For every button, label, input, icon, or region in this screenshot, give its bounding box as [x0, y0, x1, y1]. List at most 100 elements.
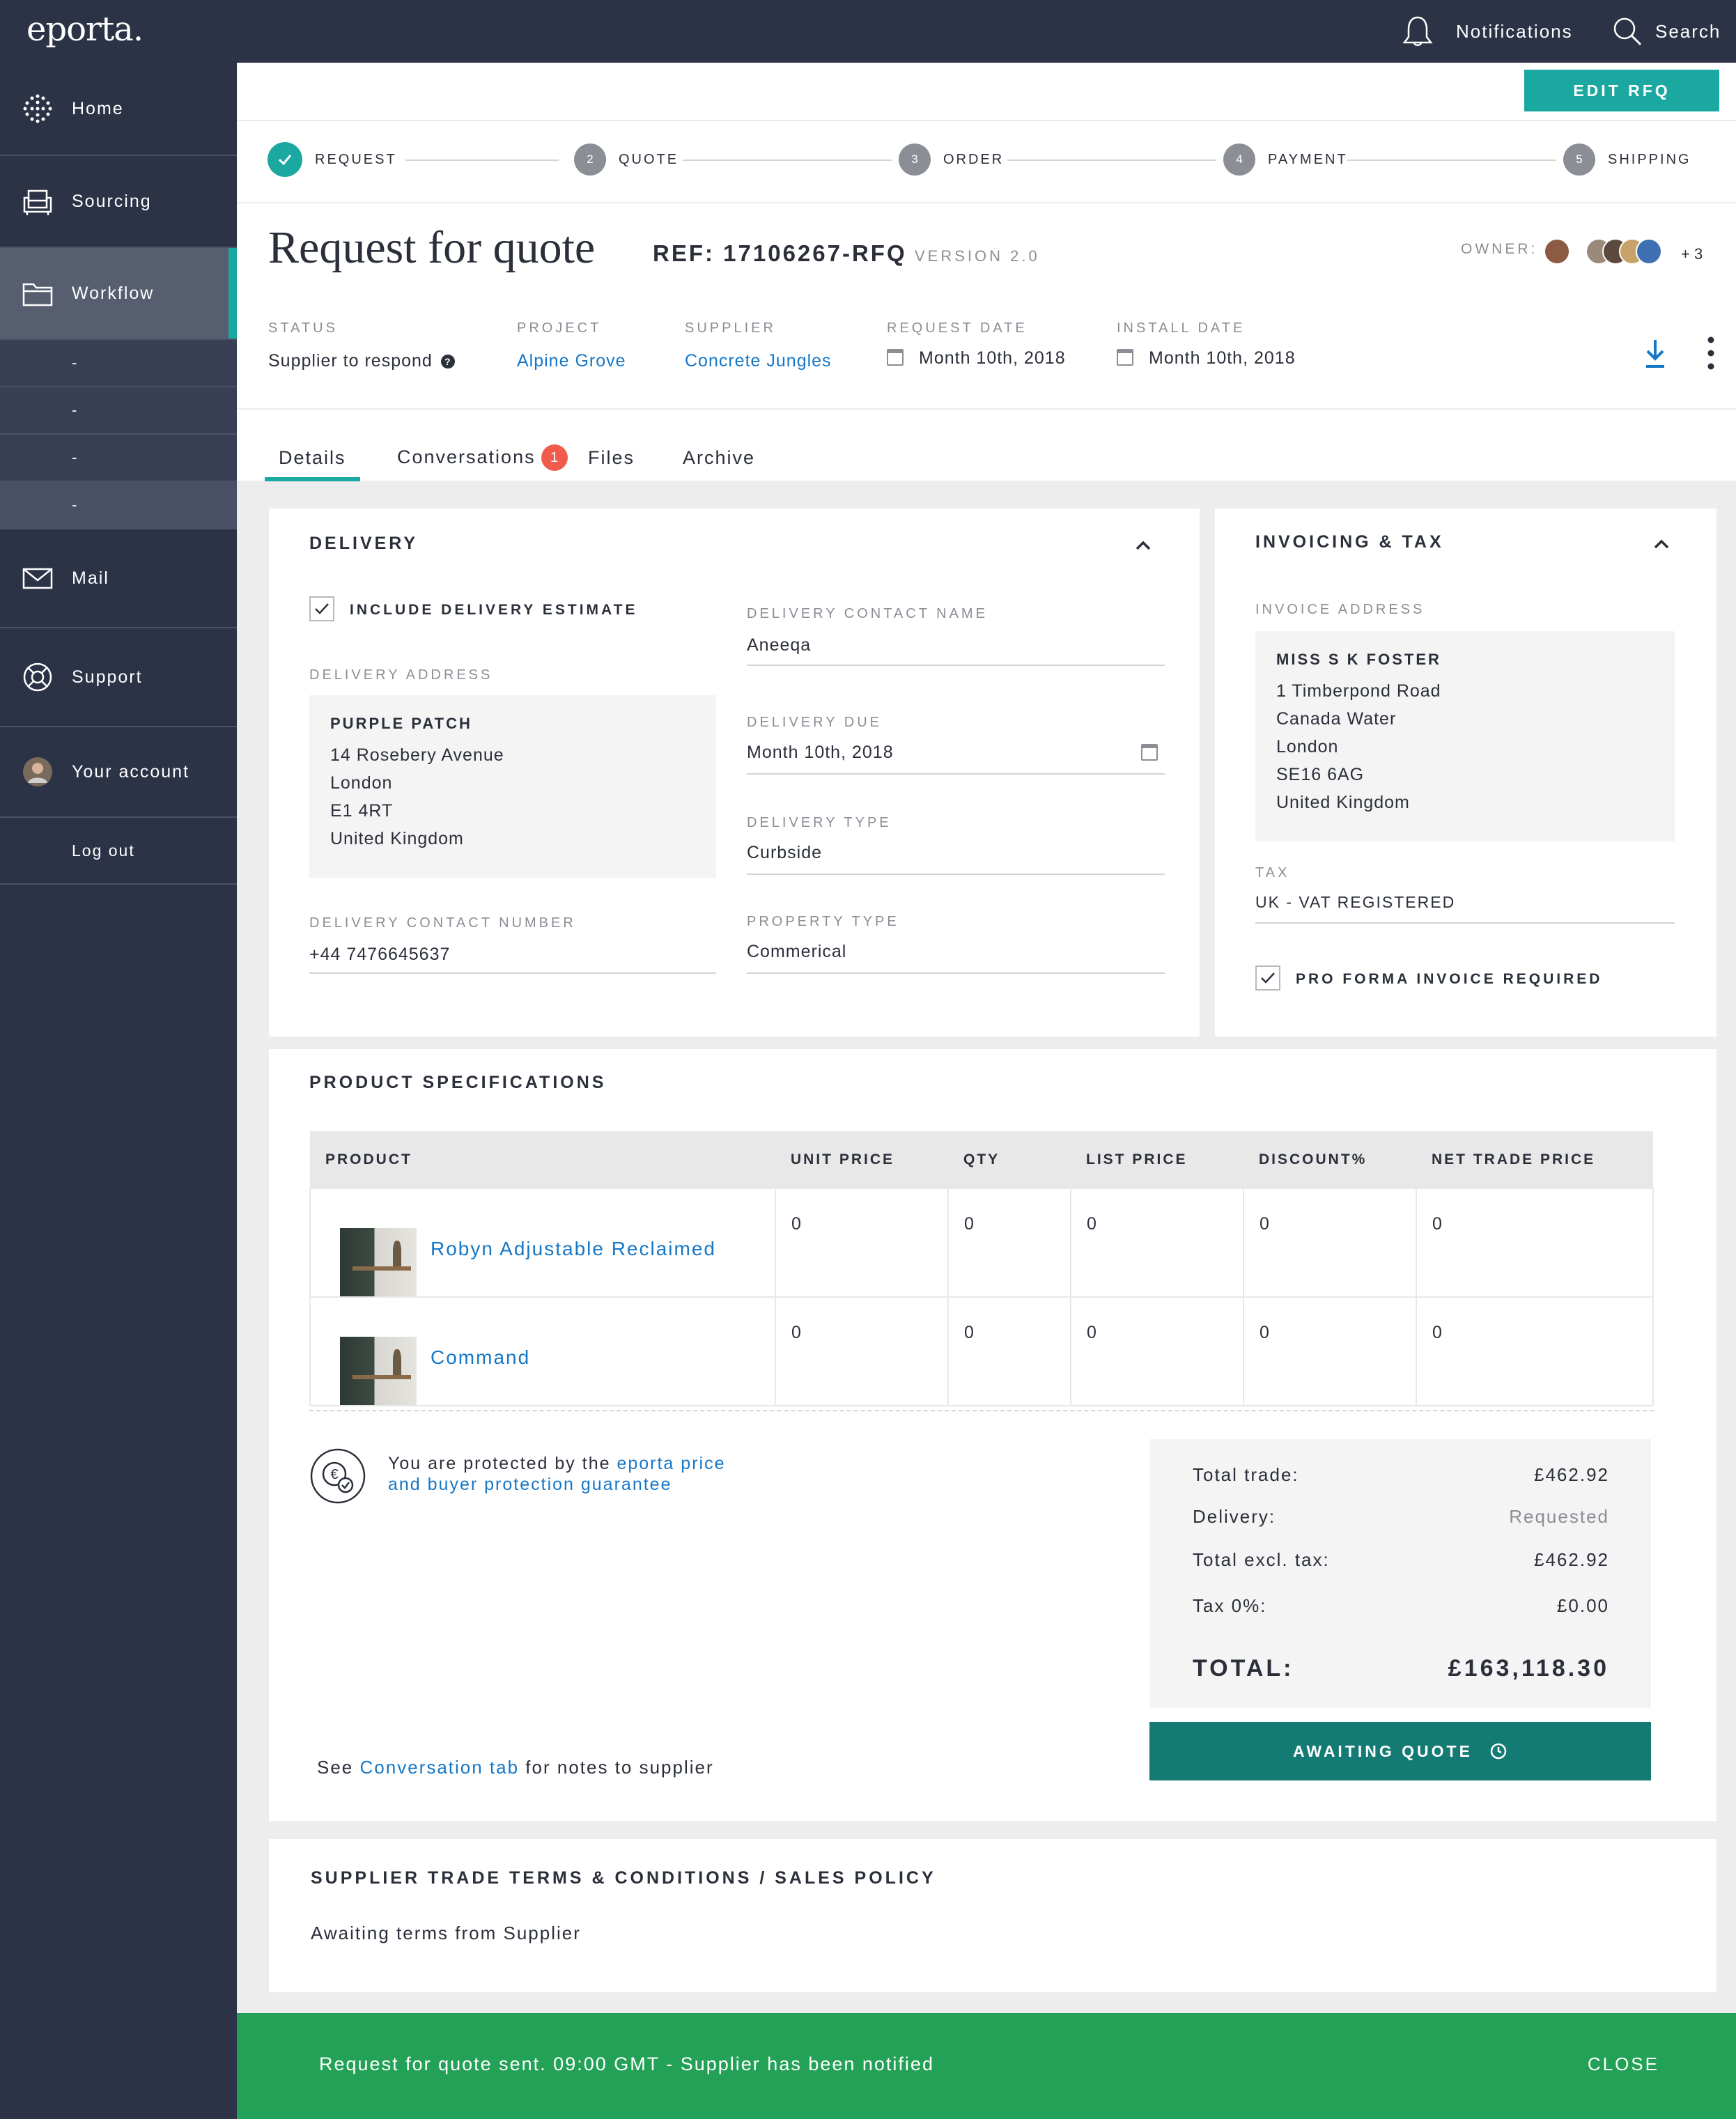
workflow-sub-item[interactable]: -	[0, 340, 237, 387]
sidebar-item-sourcing[interactable]: Sourcing	[0, 156, 237, 248]
toast-close-button[interactable]: CLOSE	[1588, 2054, 1659, 2075]
invoice-address-box[interactable]: MISS S K FOSTER 1 Timberpond Road Canada…	[1255, 631, 1675, 841]
sidebar-item-label: Log out	[72, 841, 135, 860]
address-line: SE16 6AG	[1276, 765, 1365, 784]
workflow-sub-item[interactable]: -	[0, 387, 237, 435]
top-bar: eporta. Notifications Search	[0, 0, 1736, 63]
sidebar-item-home[interactable]: Home	[0, 63, 237, 156]
protection-link[interactable]: and buyer protection guarantee	[388, 1475, 672, 1494]
delivery-due-field[interactable]: Month 10th, 2018	[747, 743, 894, 763]
tax-field[interactable]: UK - VAT REGISTERED	[1255, 893, 1455, 912]
progress-steps: REQUEST 2 QUOTE 3 ORDER 4 PAYMENT 5 SHIP…	[237, 120, 1736, 203]
unit-price-cell: 0	[775, 1188, 949, 1298]
pro-forma-checkbox[interactable]	[1255, 965, 1280, 991]
property-type-field[interactable]: Commerical	[747, 942, 846, 962]
step-number: 3	[899, 143, 931, 176]
unit-price-cell: 0	[775, 1296, 949, 1406]
invoice-address-label: INVOICE ADDRESS	[1255, 602, 1425, 617]
field-underline	[1255, 922, 1675, 924]
tab-conversations[interactable]: Conversations 1	[397, 444, 568, 471]
step-quote[interactable]: 2 QUOTE	[574, 142, 679, 177]
more-options-icon[interactable]	[1704, 334, 1718, 372]
step-connector	[405, 160, 559, 161]
owner-label: OWNER:	[1461, 241, 1538, 257]
calendar-icon[interactable]	[1141, 744, 1158, 761]
sidebar-item-support[interactable]: Support	[0, 628, 237, 727]
clock-icon	[1490, 1743, 1507, 1760]
product-link[interactable]: Command	[431, 1323, 530, 1369]
product-link[interactable]: Robyn Adjustable Reclaimed	[431, 1214, 716, 1260]
product-thumbnail[interactable]	[340, 1228, 417, 1296]
delivery-address-box[interactable]: PURPLE PATCH 14 Rosebery Avenue London E…	[309, 695, 716, 878]
step-number: 2	[574, 143, 606, 176]
notifications-button[interactable]: Notifications	[1400, 0, 1573, 63]
tab-details[interactable]: Details	[265, 447, 360, 481]
lifebuoy-icon	[21, 660, 54, 694]
field-underline	[747, 972, 1165, 974]
product-cell: Robyn Adjustable Reclaimed	[309, 1188, 776, 1298]
step-request[interactable]: REQUEST	[268, 142, 397, 177]
edit-rfq-button[interactable]: EDIT RFQ	[1524, 70, 1719, 111]
step-shipping[interactable]: 5 SHIPPING	[1563, 142, 1691, 177]
owner-avatar[interactable]	[1544, 238, 1570, 265]
version-label: VERSION 2.0	[915, 247, 1040, 265]
chevron-up-icon[interactable]	[1134, 536, 1152, 554]
delivery-type-label: DELIVERY TYPE	[747, 815, 892, 830]
download-icon[interactable]	[1643, 337, 1668, 369]
sidebar-item-workflow[interactable]: Workflow	[0, 248, 237, 340]
invoicing-title: INVOICING & TAX	[1255, 532, 1444, 552]
column-header: QTY	[948, 1131, 1071, 1188]
conversation-tab-link[interactable]: Conversation tab	[360, 1757, 520, 1778]
field-underline	[747, 773, 1165, 775]
protection-link[interactable]: eporta price	[617, 1454, 725, 1473]
contact-name-field[interactable]: Aneeqa	[747, 635, 811, 655]
field-underline	[747, 665, 1165, 666]
include-delivery-checkbox[interactable]	[309, 596, 334, 621]
pro-forma-label: PRO FORMA INVOICE REQUIRED	[1296, 971, 1603, 987]
sidebar: Home Sourcing Workflow - - - - Mail Supp…	[0, 63, 237, 2119]
owner-extra-count[interactable]: + 3	[1681, 245, 1703, 263]
address-line: 14 Rosebery Avenue	[330, 745, 504, 765]
terms-title: SUPPLIER TRADE TERMS & CONDITIONS / SALE…	[311, 1868, 936, 1888]
checkmark-icon	[268, 142, 302, 177]
address-line: 1 Timberpond Road	[1276, 681, 1441, 701]
net-trade-price-cell: 0	[1416, 1188, 1654, 1298]
table-row: Robyn Adjustable Reclaimed 0 0 0 0 0	[309, 1188, 1654, 1298]
collaborator-avatar[interactable]	[1636, 238, 1662, 265]
status-value: Supplier to respond?	[268, 351, 455, 371]
delivery-card: DELIVERY INCLUDE DELIVERY ESTIMATE DELIV…	[269, 509, 1200, 1037]
step-order[interactable]: 3 ORDER	[899, 142, 1004, 177]
workflow-sub-item[interactable]: -	[0, 482, 237, 529]
product-thumbnail[interactable]	[340, 1337, 417, 1405]
project-link[interactable]: Alpine Grove	[517, 351, 626, 371]
column-header: NET TRADE PRICE	[1416, 1131, 1653, 1188]
sidebar-item-mail[interactable]: Mail	[0, 529, 237, 628]
column-header: UNIT PRICE	[775, 1131, 948, 1188]
awaiting-quote-button[interactable]: AWAITING QUOTE	[1149, 1722, 1651, 1780]
tab-archive[interactable]: Archive	[683, 447, 755, 469]
supplier-label: SUPPLIER	[685, 320, 776, 336]
chevron-up-icon[interactable]	[1652, 535, 1671, 553]
eporta-logo[interactable]: eporta.	[26, 10, 144, 49]
success-toast: Request for quote sent. 09:00 GMT - Supp…	[237, 2013, 1736, 2119]
workflow-sub-item[interactable]: -	[0, 435, 237, 482]
address-line: London	[1276, 737, 1339, 756]
sidebar-item-your-account[interactable]: Your account	[0, 727, 237, 818]
notifications-label: Notifications	[1456, 20, 1573, 42]
sidebar-item-label: Support	[72, 667, 143, 687]
sidebar-item-log-out[interactable]: Log out	[0, 818, 237, 885]
status-label: STATUS	[268, 320, 338, 336]
search-button[interactable]: Search	[1612, 0, 1721, 63]
step-label: REQUEST	[315, 151, 397, 167]
step-payment[interactable]: 4 PAYMENT	[1223, 142, 1348, 177]
contact-number-field[interactable]: +44 7476645637	[309, 945, 450, 965]
tab-files[interactable]: Files	[588, 447, 635, 469]
delivery-type-field[interactable]: Curbside	[747, 843, 822, 863]
step-number: 5	[1563, 143, 1595, 176]
sidebar-item-label: Your account	[72, 761, 190, 782]
supplier-link[interactable]: Concrete Jungles	[685, 351, 832, 371]
help-icon[interactable]: ?	[440, 355, 455, 368]
delivery-row: Delivery: Requested	[1193, 1506, 1609, 1527]
discount-cell: 0	[1243, 1188, 1417, 1298]
divider	[237, 408, 1736, 410]
